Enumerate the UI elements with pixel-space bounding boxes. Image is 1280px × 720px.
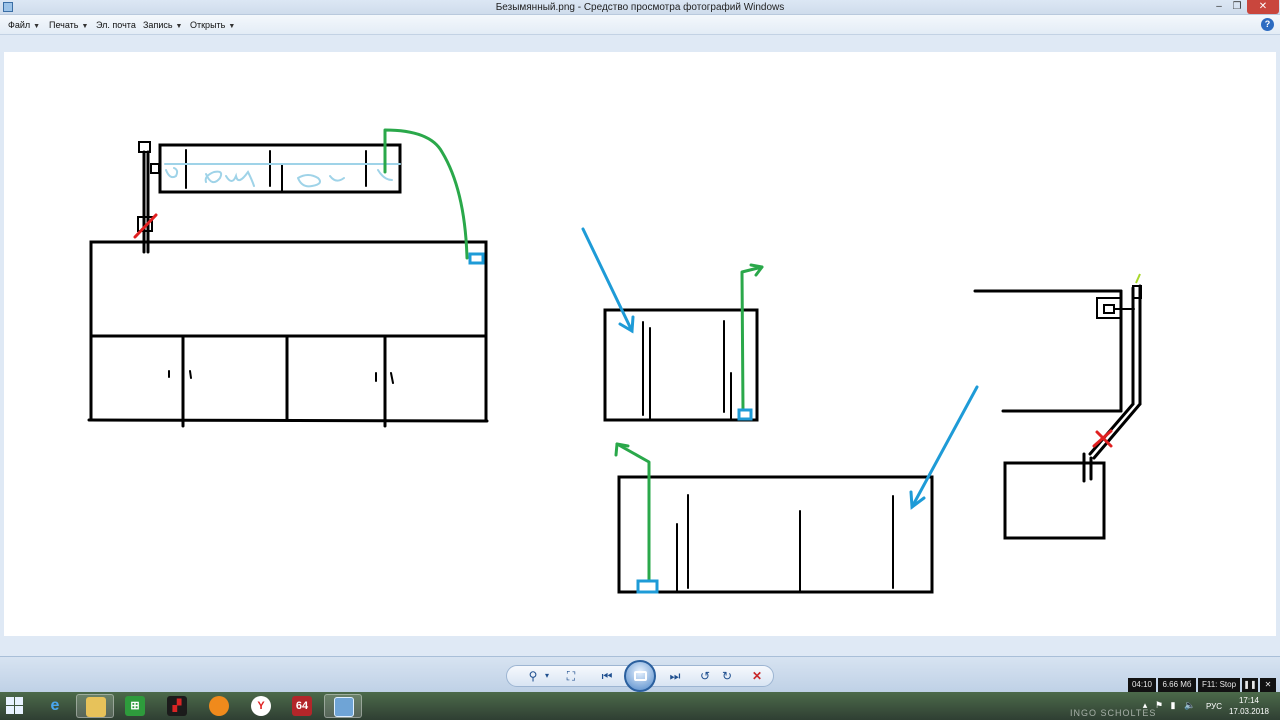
middle-return-hose [740, 265, 764, 412]
status-hint: F11: Stop [1198, 678, 1240, 692]
clock-date: 17.03.2018 [1228, 707, 1270, 716]
window-title: Безымянный.png - Средство просмотра фото… [495, 2, 785, 13]
menu-bar: Файл ▼ Печать ▼ Эл. почта Запись ▼ Открыть ▼… [0, 15, 1280, 35]
upper-hose [383, 128, 469, 260]
arrow-to-bottom-tank [910, 385, 979, 509]
folder-icon [86, 697, 106, 717]
bottom-tank [617, 475, 934, 594]
pump-marker-bottom [636, 579, 659, 594]
menu-file[interactable]: Файл ▼ [8, 15, 40, 35]
menu-open-label: Открыть [190, 20, 226, 30]
taskbar-orange-app[interactable] [200, 694, 238, 718]
rotate-clockwise-icon[interactable]: ↻ [716, 665, 738, 687]
chevron-down-icon[interactable]: ▾ [536, 665, 558, 687]
image-canvas [4, 52, 1276, 636]
pause-icon[interactable]: ❚❚ [1242, 678, 1258, 692]
minimize-button[interactable]: – [1210, 0, 1228, 14]
taskbar-explorer[interactable] [76, 694, 114, 718]
taskbar-aida64[interactable]: 64 [283, 694, 321, 718]
aquarium-sketch-drawing [87, 128, 1142, 594]
clock-time: 17:14 [1238, 696, 1260, 705]
menu-email-label: Эл. почта [96, 20, 136, 30]
menu-burn-label: Запись [143, 20, 173, 30]
rotate-counterclockwise-icon[interactable]: ↺ [694, 665, 716, 687]
taskbar-photo-viewer[interactable] [324, 694, 362, 718]
menu-print-label: Печать [49, 20, 79, 30]
middle-tank [603, 308, 759, 422]
delete-icon[interactable]: ✕ [746, 665, 768, 687]
exit-icon[interactable]: ✕ [1260, 678, 1276, 692]
menu-email[interactable]: Эл. почта [96, 15, 136, 35]
taskbar-media[interactable]: ▞ [158, 694, 196, 718]
taskbar-clock[interactable]: 17:14 17.03.2018 [1226, 695, 1272, 717]
cabinet-top-box [89, 240, 488, 338]
slideshow-button[interactable] [624, 660, 656, 692]
pump-marker-middle [737, 408, 753, 421]
yandex-browser-icon: Y [251, 696, 271, 716]
windows-logo-icon [6, 697, 14, 705]
right-sump-tank [1003, 461, 1106, 540]
slideshow-icon [634, 671, 647, 681]
taskbar-store[interactable]: ⊞ [116, 694, 154, 718]
chevron-down-icon: ▼ [228, 23, 236, 30]
chevron-down-icon: ▼ [81, 23, 89, 30]
wallpaper-watermark: INGO SCHOLTES [1070, 708, 1157, 718]
orange-app-icon [209, 696, 229, 716]
status-time: 04:10 [1128, 678, 1156, 692]
menu-file-label: Файл [8, 20, 31, 30]
next-icon[interactable]: ⏭ [664, 665, 686, 687]
menu-open[interactable]: Открыть ▼ [190, 15, 235, 35]
start-button[interactable] [6, 697, 24, 715]
close-button[interactable]: ✕ [1247, 0, 1279, 14]
store-icon: ⊞ [125, 696, 145, 716]
taskbar-ie[interactable]: e [36, 694, 74, 718]
chevron-down-icon: ▼ [175, 23, 183, 30]
restore-button[interactable]: ❐ [1228, 0, 1246, 14]
volume-icon[interactable]: 🔈 [1184, 700, 1195, 710]
network-icon[interactable]: ▮ [1168, 700, 1178, 710]
menu-print[interactable]: Печать ▼ [49, 15, 88, 35]
menu-burn[interactable]: Запись ▼ [143, 15, 182, 35]
aida64-icon: 64 [292, 696, 312, 716]
media-app-icon: ▞ [167, 696, 187, 716]
previous-icon[interactable]: ⏮ [596, 665, 618, 687]
upper-tank [158, 143, 402, 194]
bottom-return-hose [615, 442, 651, 582]
title-bar: Безымянный.png - Средство просмотра фото… [0, 0, 1280, 15]
chevron-down-icon: ▼ [33, 23, 41, 30]
status-size: 6.66 Мб [1158, 678, 1196, 692]
arrow-to-middle-tank [581, 227, 634, 333]
image-viewport [0, 36, 1280, 656]
taskbar-yandex[interactable]: Y [242, 694, 280, 718]
photo-viewer-icon [334, 697, 354, 717]
fit-icon[interactable]: ⛶ [560, 665, 582, 687]
help-icon[interactable]: ? [1261, 18, 1274, 31]
internet-explorer-icon: e [50, 697, 60, 714]
language-indicator[interactable]: РУС [1206, 702, 1222, 711]
pump-marker-left [468, 252, 485, 265]
